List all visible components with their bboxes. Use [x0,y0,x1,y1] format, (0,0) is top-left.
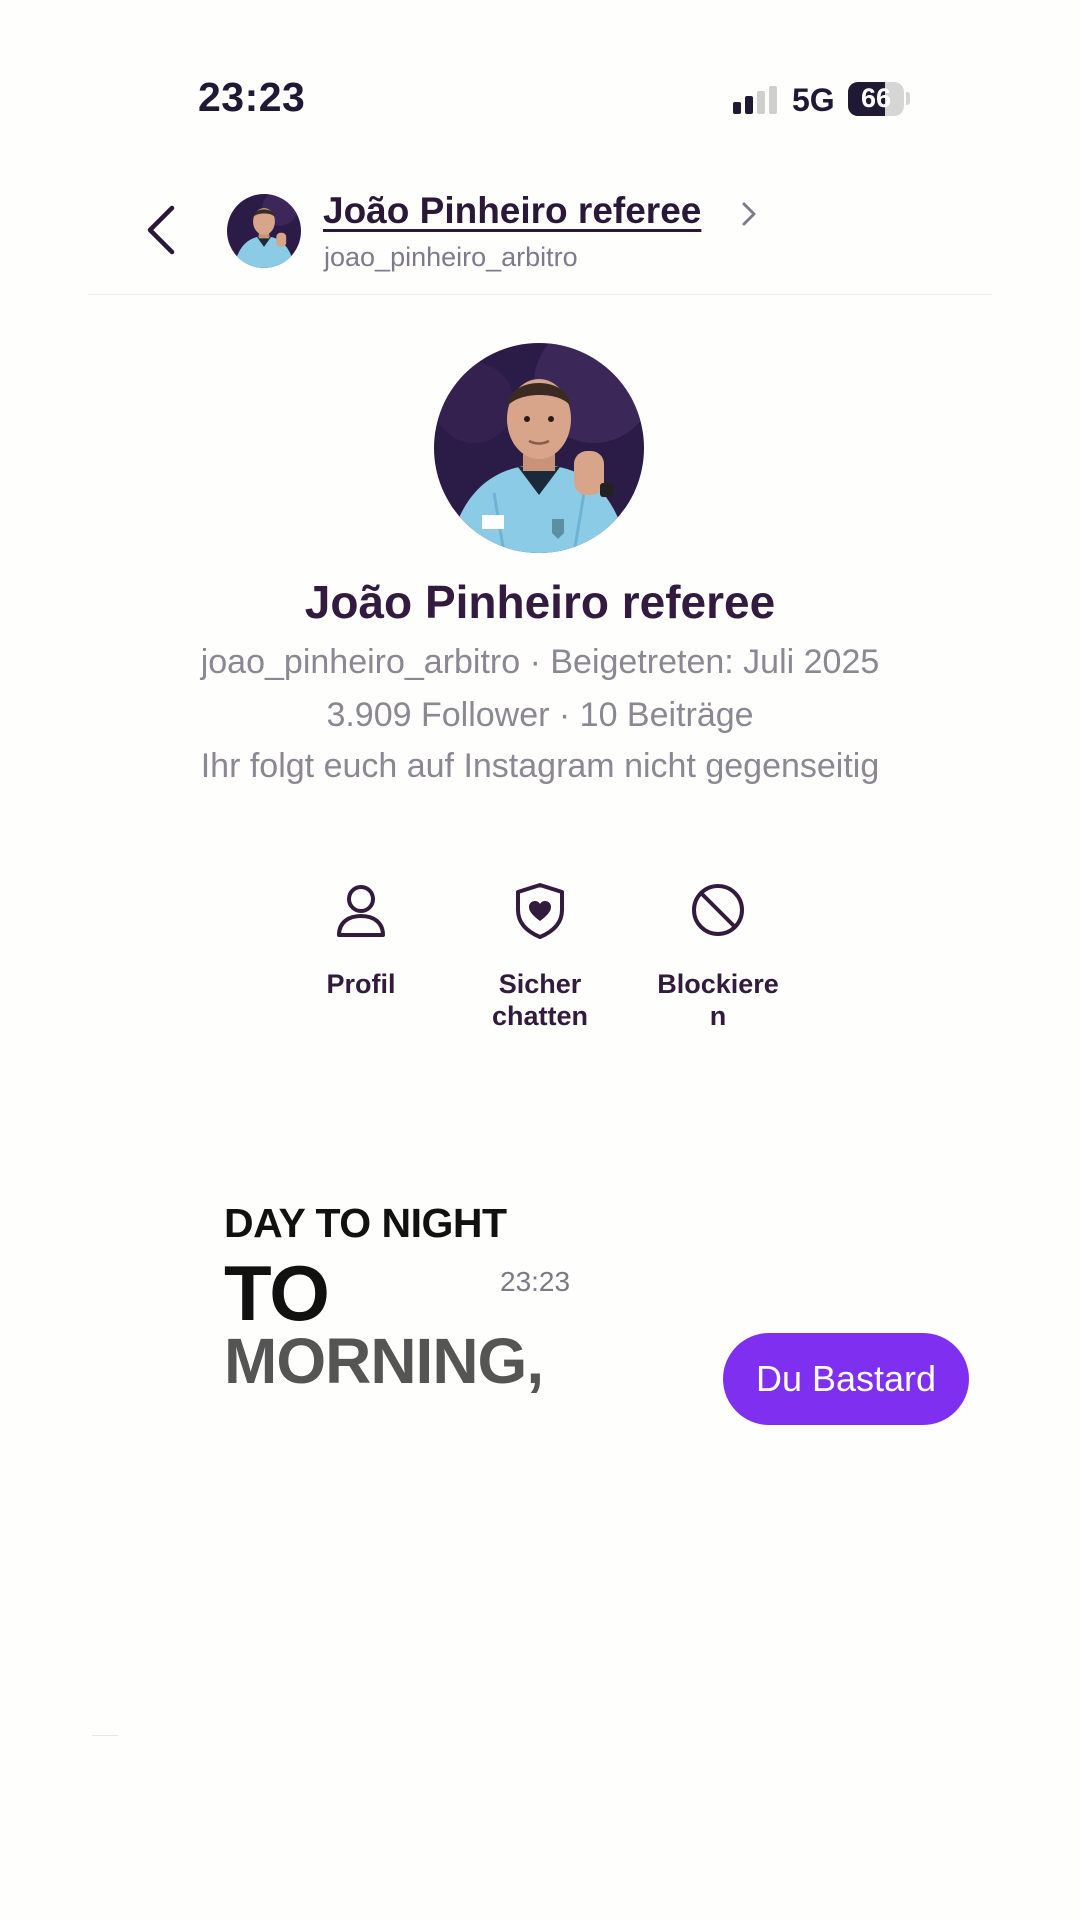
network-type: 5G [792,82,835,118]
sticker-text-line1: DAY TO NIGHT [224,1200,507,1246]
message-timestamp: 23:23 [500,1266,571,1297]
header-avatar[interactable] [227,194,301,268]
profile-meta: joao_pinheiro_arbitro · Beigetreten: Jul… [200,643,880,681]
profile-button[interactable]: Profil [286,880,436,1000]
mutual-follow-info: Ihr folgt euch auf Instagram nicht gegen… [200,747,880,785]
status-time: 23:23 [198,74,306,120]
avatar-image [434,343,644,553]
battery-level: 66 [860,83,892,113]
chevron-right-icon[interactable] [739,200,759,228]
profile-name: João Pinheiro referee [304,576,776,628]
sticker-text-line3: MORNING, [224,1325,544,1397]
profile-button-label: Profil [326,969,396,999]
back-button[interactable] [140,200,184,260]
person-icon [337,885,385,937]
profile-stats: 3.909 Follower · 10 Beiträge [326,696,754,734]
header-name-link[interactable]: João Pinheiro referee [323,190,701,232]
safe-chat-button-label: Sicher chatten [491,969,589,1031]
shield-heart-icon [516,883,564,939]
received-sticker[interactable]: DAY TO NIGHT TO MORNING, [224,1200,584,1400]
profile-avatar [434,343,644,553]
battery-tip [906,92,910,105]
block-icon [692,884,744,936]
block-button-label: Blockiere n [657,969,779,1031]
signal-strength-icon [733,86,779,114]
battery-icon: 66 [848,82,904,116]
header-divider [88,294,992,295]
safe-chat-button[interactable]: Sicher chatten [465,880,615,1032]
divider [92,1735,118,1736]
header-username: joao_pinheiro_arbitro [324,242,578,272]
block-button[interactable]: Blockiere n [643,880,793,1032]
chevron-left-icon [147,205,175,255]
avatar-image [227,194,301,268]
sent-message-bubble[interactable]: Du Bastard [723,1333,969,1425]
